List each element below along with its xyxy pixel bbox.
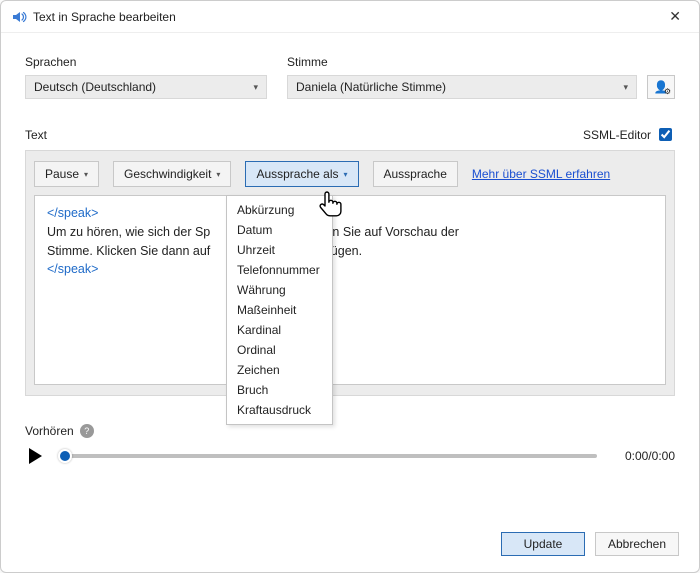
voice-select-value: Daniela (Natürliche Stimme)	[296, 80, 446, 94]
say-as-dropdown: Abkürzung Datum Uhrzeit Telefonnummer Wä…	[226, 195, 333, 425]
languages-label: Sprachen	[25, 55, 267, 69]
menu-item-cardinal[interactable]: Kardinal	[227, 320, 332, 340]
menu-item-characters[interactable]: Zeichen	[227, 360, 332, 380]
app-icon	[11, 9, 27, 25]
update-button[interactable]: Update	[501, 532, 585, 556]
slider-knob[interactable]	[58, 449, 72, 463]
menu-item-expletive[interactable]: Kraftausdruck	[227, 400, 332, 420]
voice-settings-button[interactable]: 👤 ⚙	[647, 75, 675, 99]
pronunciation-button[interactable]: Aussprache	[373, 161, 458, 187]
playback-time: 0:00/0:00	[611, 449, 675, 463]
ssml-learn-more-link[interactable]: Mehr über SSML erfahren	[472, 167, 610, 181]
menu-item-ordinal[interactable]: Ordinal	[227, 340, 332, 360]
ssml-editor-checkbox[interactable]	[659, 128, 672, 141]
pause-button-label: Pause	[45, 167, 79, 181]
say-as-button[interactable]: Aussprache als ▾	[245, 161, 358, 187]
language-select[interactable]: Deutsch (Deutschland) ▾	[25, 75, 267, 99]
speed-button-label: Geschwindigkeit	[124, 167, 211, 181]
cancel-button[interactable]: Abbrechen	[595, 532, 679, 556]
ssml-editor-toggle[interactable]: SSML-Editor	[583, 125, 675, 144]
editor-fragment: Stimme. Klicken Sie dann auf	[47, 244, 210, 258]
gear-icon: ⚙	[664, 88, 671, 96]
chevron-down-icon: ▾	[216, 170, 220, 179]
play-icon	[29, 448, 42, 464]
chevron-down-icon: ▾	[253, 82, 258, 93]
language-select-value: Deutsch (Deutschland)	[34, 80, 156, 94]
menu-item-currency[interactable]: Währung	[227, 280, 332, 300]
playback-slider[interactable]	[59, 454, 597, 458]
say-as-button-label: Aussprache als	[256, 167, 338, 181]
menu-item-abbreviation[interactable]: Abkürzung	[227, 200, 332, 220]
editor-frame: Pause ▾ Geschwindigkeit ▾ Aussprache als…	[25, 150, 675, 396]
menu-item-time[interactable]: Uhrzeit	[227, 240, 332, 260]
menu-item-phone[interactable]: Telefonnummer	[227, 260, 332, 280]
pronunciation-button-label: Aussprache	[384, 167, 447, 181]
editor-fragment: Um zu hören, wie sich der Sp	[47, 225, 210, 239]
titlebar: Text in Sprache bearbeiten ✕	[1, 1, 699, 33]
play-button[interactable]	[25, 448, 45, 464]
window-title: Text in Sprache bearbeiten	[33, 10, 176, 24]
menu-item-unit[interactable]: Maßeinheit	[227, 300, 332, 320]
chevron-down-icon: ▾	[623, 82, 628, 93]
ssml-text-editor[interactable]: </speak> Um zu hören, wie sich der Sp ke…	[34, 195, 666, 385]
voice-select[interactable]: Daniela (Natürliche Stimme) ▾	[287, 75, 637, 99]
help-icon[interactable]: ?	[80, 424, 94, 438]
menu-item-date[interactable]: Datum	[227, 220, 332, 240]
pause-button[interactable]: Pause ▾	[34, 161, 99, 187]
editor-fragment: ken Sie auf Vorschau der	[319, 225, 459, 239]
preview-label: Vorhören	[25, 424, 74, 438]
speed-button[interactable]: Geschwindigkeit ▾	[113, 161, 231, 187]
voice-label: Stimme	[287, 55, 675, 69]
chevron-down-icon: ▾	[343, 170, 347, 179]
text-label: Text	[25, 128, 47, 142]
chevron-down-icon: ▾	[84, 170, 88, 179]
ssml-editor-label: SSML-Editor	[583, 128, 651, 142]
ssml-tag: </speak>	[47, 206, 98, 220]
menu-item-fraction[interactable]: Bruch	[227, 380, 332, 400]
ssml-tag: </speak>	[47, 262, 98, 276]
close-icon[interactable]: ✕	[663, 6, 687, 27]
